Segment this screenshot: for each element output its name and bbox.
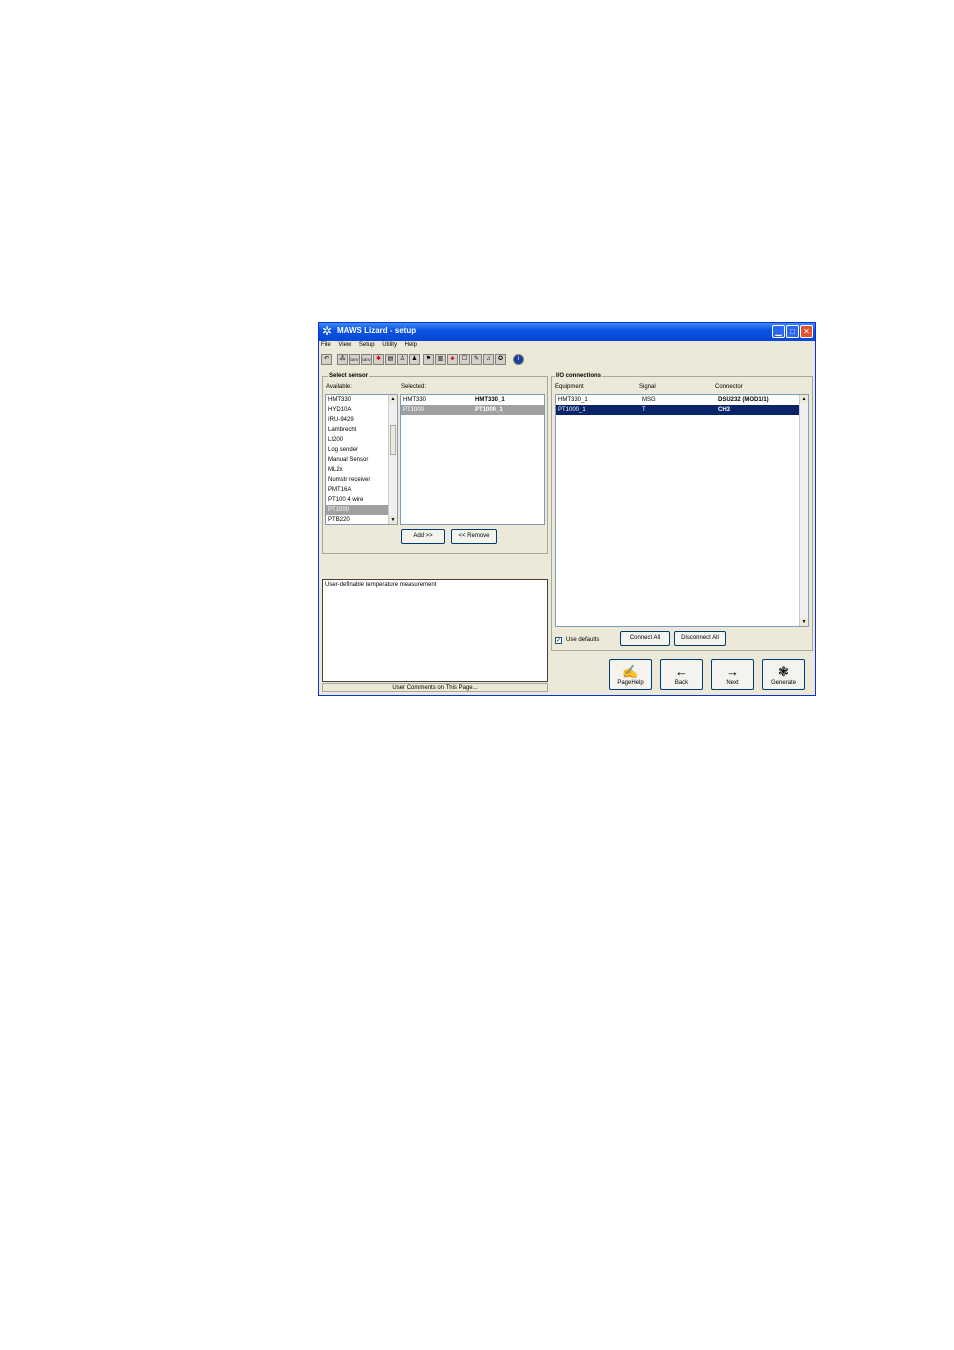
lizard-generate-icon: ❃: [778, 664, 789, 679]
help-circle-icon[interactable]: ✪: [495, 354, 506, 365]
sensor-icon[interactable]: ✱: [373, 354, 384, 365]
toolbar: ↶ ⁂ DEV DEV ✱ ▤ ♙ ♟ ⚑ ▥ ♣ ☐ ✎ ♫ ✪ i: [321, 354, 813, 368]
maximize-button[interactable]: □: [786, 325, 799, 338]
menu-view[interactable]: View: [338, 342, 351, 348]
pagehelp-button[interactable]: ✍ PageHelp: [609, 659, 652, 690]
info-icon[interactable]: i: [513, 354, 524, 365]
available-scrollbar[interactable]: ▲ ▼: [388, 395, 397, 524]
network-icon[interactable]: ⁂: [337, 354, 348, 365]
remove-button[interactable]: << Remove: [451, 529, 497, 544]
minimize-button[interactable]: ▁: [772, 325, 785, 338]
window-title: MAWS Lizard - setup: [337, 326, 417, 335]
close-button[interactable]: ✕: [800, 325, 813, 338]
table-row[interactable]: PT1000_1 T CH3: [556, 405, 799, 415]
list-item[interactable]: HMT330 HMT330_1: [401, 395, 544, 405]
bars-icon[interactable]: ▥: [435, 354, 446, 365]
use-defaults-label: Use defaults: [566, 637, 600, 643]
available-sensor-list[interactable]: HMT330 HYD10A IRU-9429 Lambrecht LI200 Log se…: [325, 394, 398, 525]
list-item[interactable]: HMT330: [326, 395, 397, 405]
list-item[interactable]: Numstr receiver: [326, 475, 397, 485]
selected-label: Selected:: [401, 384, 427, 390]
back-label: Back: [674, 680, 689, 686]
comments-footer[interactable]: User Comments on This Page...: [322, 683, 548, 692]
sensor-instance-name: PT1000_1: [475, 407, 503, 413]
scroll-up-arrow[interactable]: ▲: [800, 395, 808, 403]
sensor-type: HMT330: [403, 397, 427, 403]
cell-connector: DSU232 (MOD1/1): [718, 397, 769, 403]
dev-icon[interactable]: DEV: [361, 354, 372, 365]
io-connections-list[interactable]: HMT330_1 MSG DSU232 (MOD1/1) PT1000_1 T CH3 ▲…: [555, 394, 809, 627]
menu-setup[interactable]: Setup: [359, 342, 375, 348]
next-button[interactable]: → Next: [711, 659, 754, 690]
flag-icon[interactable]: ⚑: [423, 354, 434, 365]
help-book-icon: ✍: [622, 664, 639, 679]
io-connections-title: I/O connections: [555, 373, 603, 379]
list-item[interactable]: IRU-9429: [326, 415, 397, 425]
list-item[interactable]: LI200: [326, 435, 397, 445]
available-label: Available:: [326, 384, 352, 390]
back-button[interactable]: ← Back: [660, 659, 703, 690]
list-item[interactable]: PT100 4 wire: [326, 495, 397, 505]
person-icon[interactable]: ♟: [409, 354, 420, 365]
pagehelp-label: PageHelp: [617, 680, 644, 686]
disconnect-all-button[interactable]: Disconnect All: [674, 631, 726, 646]
next-label: Next: [726, 680, 739, 686]
scroll-up-arrow[interactable]: ▲: [389, 395, 397, 403]
comments-text: User-definable temperature measurement: [325, 582, 437, 588]
add-button[interactable]: Add >>: [401, 529, 445, 544]
list-item[interactable]: ML2x: [326, 465, 397, 475]
sensor-type: PT1000: [403, 407, 425, 413]
scroll-thumb[interactable]: [390, 425, 396, 455]
list-item[interactable]: Manual Sensor: [326, 455, 397, 465]
menu-utility[interactable]: Utility: [382, 342, 397, 348]
signal-header: Signal: [639, 384, 656, 390]
lizard-icon: ✲: [322, 324, 333, 338]
menu-file[interactable]: File: [321, 342, 331, 348]
comments-textbox[interactable]: User-definable temperature measurement: [322, 579, 548, 682]
pen-icon[interactable]: ✎: [471, 354, 482, 365]
list-item[interactable]: Log sender: [326, 445, 397, 455]
app-window: ✲ MAWS Lizard - setup ▁ □ ✕ File View Se…: [318, 322, 816, 696]
box-icon[interactable]: ☐: [459, 354, 470, 365]
list-item[interactable]: PMT16A: [326, 485, 397, 495]
use-defaults-checkbox[interactable]: ✓: [555, 637, 562, 644]
connector-header: Connector: [715, 384, 743, 390]
scroll-down-arrow[interactable]: ▼: [800, 618, 808, 626]
generate-button[interactable]: ❃ Generate: [762, 659, 805, 690]
list-item[interactable]: HYD10A: [326, 405, 397, 415]
selected-sensor-list[interactable]: HMT330 HMT330_1 PT1000 PT1000_1: [400, 394, 545, 525]
connect-all-button[interactable]: Connect All: [620, 631, 670, 646]
walk-icon[interactable]: ♙: [397, 354, 408, 365]
list-item[interactable]: PTB220: [326, 515, 397, 524]
logger-icon[interactable]: ▤: [385, 354, 396, 365]
dev-icon[interactable]: DEV: [349, 354, 360, 365]
undo-icon[interactable]: ↶: [321, 354, 332, 365]
bells-icon[interactable]: ♣: [447, 354, 458, 365]
cell-connector: CH3: [718, 407, 731, 413]
cell-equipment: HMT330_1: [558, 397, 588, 403]
list-item[interactable]: PT1000 PT1000_1: [401, 405, 544, 415]
select-sensor-title: Select sensor: [328, 373, 370, 379]
equipment-header: Equipment: [555, 384, 584, 390]
generate-label: Generate: [770, 680, 797, 686]
title-bar[interactable]: ✲ MAWS Lizard - setup ▁ □ ✕: [319, 323, 815, 341]
scroll-down-arrow[interactable]: ▼: [389, 516, 397, 524]
cell-signal: MSG: [642, 397, 656, 403]
arrow-left-icon: ←: [675, 664, 688, 679]
sensor-instance-name: HMT330_1: [475, 397, 505, 403]
list-item[interactable]: Lambrecht: [326, 425, 397, 435]
io-scrollbar[interactable]: ▲ ▼: [799, 395, 808, 626]
list-item[interactable]: PT1000: [326, 505, 397, 515]
table-row[interactable]: HMT330_1 MSG DSU232 (MOD1/1): [556, 395, 799, 405]
arrow-right-icon: →: [726, 664, 739, 679]
cell-equipment: PT1000_1: [558, 407, 586, 413]
menu-help[interactable]: Help: [405, 342, 417, 348]
menu-bar: File View Setup Utility Help: [321, 342, 423, 352]
cell-signal: T: [642, 407, 646, 413]
bell-icon[interactable]: ♫: [483, 354, 494, 365]
